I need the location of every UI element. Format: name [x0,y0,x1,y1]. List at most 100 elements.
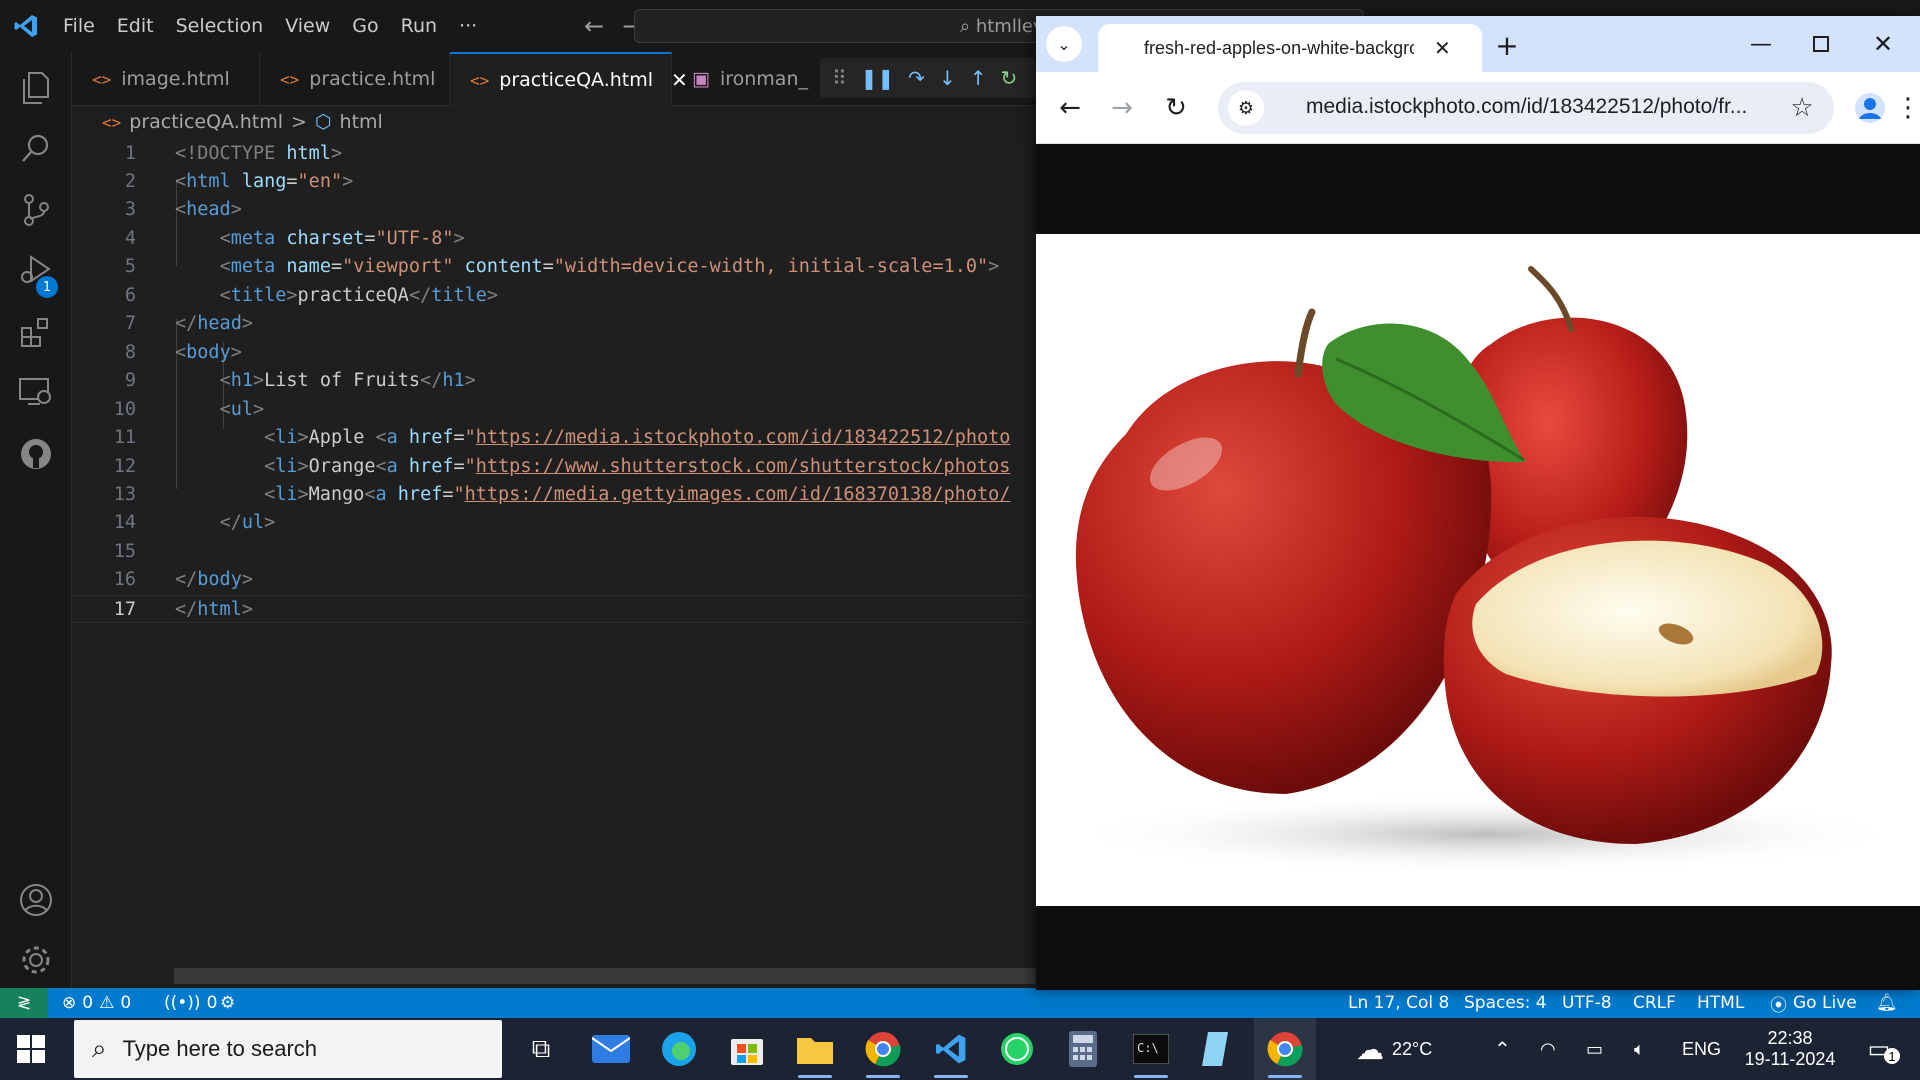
clock[interactable]: 22:38 19-11-2024 [1738,1018,1842,1080]
address-bar[interactable]: ⚙ media.istockphoto.com/id/183422512/pho… [1218,82,1834,134]
forward-icon[interactable]: → [1100,86,1144,130]
more-menu-icon[interactable]: ⋮ [1895,86,1920,130]
go-live-button[interactable]: ⦿ Go Live [1770,988,1857,1018]
settings-gear-icon[interactable] [0,930,72,990]
current-code-line: 17 </html> [72,595,1036,623]
horizontal-scrollbar[interactable] [174,968,1036,984]
restart-icon[interactable]: ↻ [1000,66,1017,90]
breadcrumb-file[interactable]: practiceQA.html [129,111,283,133]
taskbar-search-box[interactable]: ⌕ Type here to search [74,1020,502,1078]
error-icon: ⊗ [62,993,77,1013]
profile-avatar-icon[interactable] [1848,86,1892,130]
encoding[interactable]: UTF-8 [1562,988,1612,1018]
apples-photo [1036,234,1920,906]
tab-practice-html[interactable]: <> practice.html [260,52,450,106]
accounts-icon[interactable] [0,870,72,930]
file-explorer-icon[interactable] [784,1018,846,1080]
search-icon[interactable] [0,118,72,178]
html-icon: <> [102,112,122,132]
bookmark-star-icon[interactable]: ☆ [1784,90,1820,126]
remote-indicator-icon[interactable]: ≷ [0,988,48,1018]
symbol-icon: ⬡ [314,111,332,133]
minimize-icon[interactable]: — [1736,22,1786,66]
code-editor[interactable]: 1 <!DOCTYPE html> 2 <html lang="en"> 3 <hea… [72,138,1036,978]
volume-speaker-icon[interactable]: 🔈︎ [1634,1018,1645,1080]
menu-run[interactable]: Run [390,0,448,52]
menu-more[interactable]: ··· [448,0,488,52]
menu-file[interactable]: File [52,0,106,52]
action-center-icon[interactable]: ▭ 1 [1854,1018,1904,1080]
notifications-bell-icon[interactable]: 🔔︎ [1876,988,1898,1018]
image-icon: ▣ [692,68,710,90]
store-icon[interactable] [716,1018,778,1080]
menu-go[interactable]: Go [341,0,389,52]
run-debug-icon[interactable]: 1 [0,240,72,300]
windows-start-icon[interactable] [16,1034,46,1068]
close-tab-icon[interactable]: ✕ [1434,36,1451,61]
debug-badge: 1 [36,276,58,298]
tab-practiceqa-html[interactable]: <> practiceQA.html ✕ [450,52,688,106]
remote-explorer-icon[interactable] [0,362,72,422]
tab-image-html[interactable]: <> image.html [72,52,260,106]
maximize-icon[interactable] [1796,22,1846,66]
reload-icon[interactable]: ↻ [1154,86,1198,130]
warning-icon: ⚠ [99,993,115,1013]
step-over-icon[interactable]: ↷ [908,66,925,90]
language-mode[interactable]: HTML [1697,988,1744,1018]
network-wifi-icon[interactable]: ◠ [1540,1018,1556,1080]
vscode-taskbar-icon[interactable] [920,1018,982,1080]
cursor-position[interactable]: Ln 17, Col 8 [1348,988,1449,1018]
apple-link[interactable]: https://media.istockphoto.com/id/1834225… [476,427,1011,448]
clock-time: 22:38 [1767,1028,1813,1048]
chrome-profile-icon[interactable] [852,1018,914,1080]
back-icon[interactable]: ← [1048,86,1092,130]
github-icon[interactable] [0,424,72,484]
code-line: 11 <li>Apple <a href="https://media.isto… [113,427,1011,448]
terminal-icon[interactable]: C:\ [1120,1018,1182,1080]
weather-widget[interactable]: ☁ 22°C [1356,1018,1432,1080]
task-view-icon[interactable]: ⧉ [510,1018,572,1080]
show-hidden-icons-chevron-icon[interactable]: ⌃ [1494,1018,1511,1080]
svg-text:C:\: C:\ [1137,1041,1159,1055]
mail-icon[interactable] [580,1018,642,1080]
extensions-icon[interactable] [0,302,72,362]
problems-indicator[interactable]: ⊗ 0 ⚠ 0 [62,988,131,1018]
edge-icon[interactable] [648,1018,710,1080]
go-back-icon[interactable]: ← [584,12,604,40]
pause-icon[interactable]: ❚❚ [861,66,895,90]
chrome-active-tab[interactable]: fresh-red-apples-on-white-background ✕ [1098,24,1482,72]
weather-cloud-icon: ☁ [1356,1033,1384,1065]
new-tab-icon[interactable]: + [1488,26,1526,64]
step-out-icon[interactable]: ↑ [970,66,987,90]
indentation[interactable]: Spaces: 4 [1464,988,1547,1018]
code-line: 16 </body> [113,569,253,590]
html-icon: <> [470,70,490,90]
site-info-icon[interactable]: ⚙ [1228,90,1264,126]
notepad-icon[interactable] [1186,1018,1248,1080]
menu-view[interactable]: View [274,0,341,52]
chrome-taskbar-icon[interactable] [1254,1018,1316,1080]
input-language[interactable]: ENG [1682,1018,1721,1080]
ports-indicator[interactable]: ((•)) 0 [164,988,217,1018]
drag-handle-icon[interactable]: ⠿ [832,66,847,90]
breadcrumb-symbol[interactable]: html [340,111,383,133]
code-line: 13 <li>Mango<a href="https://media.getty… [113,484,1011,505]
chrome-tab-strip: ⌄ fresh-red-apples-on-white-background ✕… [1036,16,1920,72]
whatsapp-icon[interactable] [986,1018,1048,1080]
orange-link[interactable]: https://www.shutterstock.com/shutterstoc… [476,456,1011,477]
step-into-icon[interactable]: ↓ [939,66,956,90]
menu-selection[interactable]: Selection [165,0,275,52]
calculator-icon[interactable] [1052,1018,1114,1080]
error-count: 0 [82,993,94,1013]
window-close-icon[interactable]: ✕ [1858,22,1908,66]
live-share-icon[interactable]: ⚙ [220,988,235,1018]
code-line: 6 <title>practiceQA</title> [124,285,499,306]
menu-edit[interactable]: Edit [106,0,165,52]
tab-search-chevron-icon[interactable]: ⌄ [1046,26,1082,62]
explorer-icon[interactable] [0,58,72,118]
battery-icon[interactable]: ▭ [1586,1018,1603,1080]
line-ending[interactable]: CRLF [1633,988,1676,1018]
mango-link[interactable]: https://media.gettyimages.com/id/1683701… [465,484,1011,505]
source-control-icon[interactable] [0,180,72,240]
activity-bar: 1 [0,52,72,988]
